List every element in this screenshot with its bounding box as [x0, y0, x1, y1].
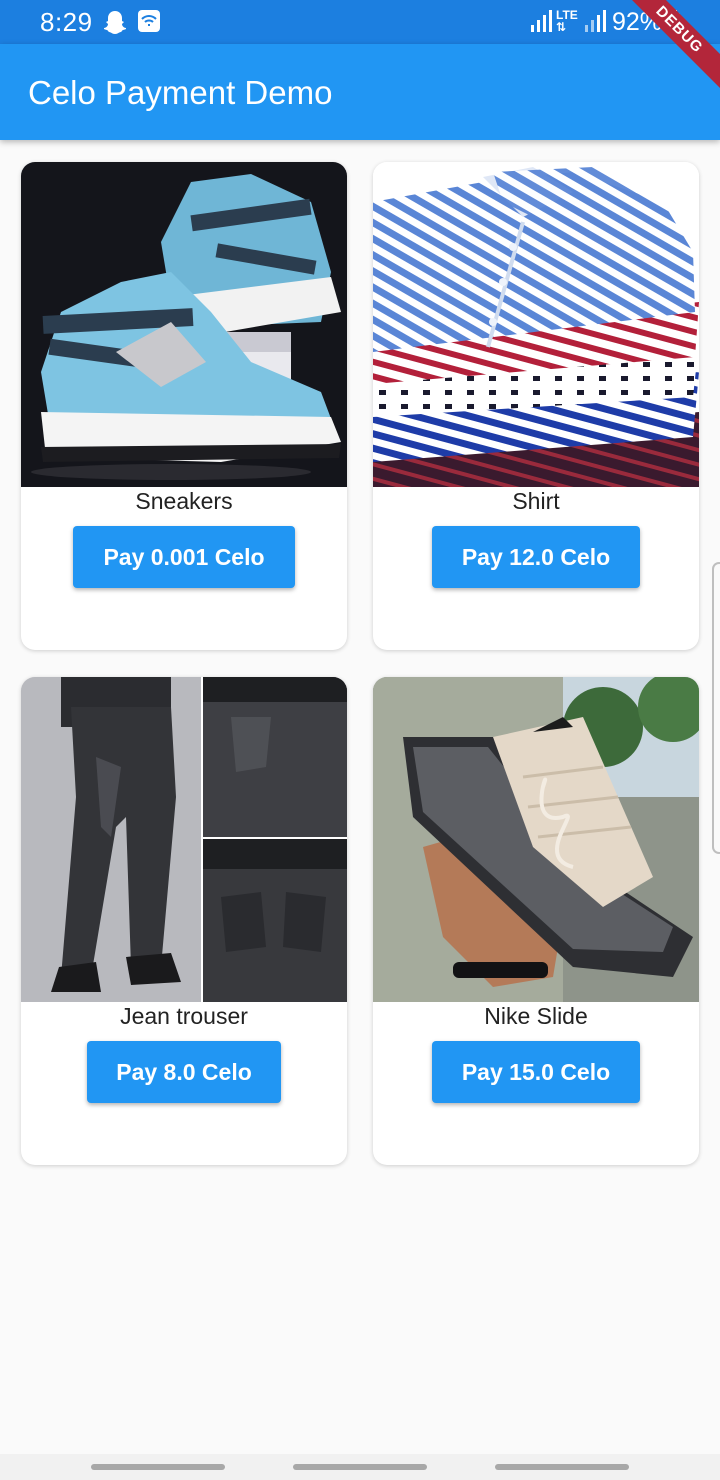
wifi-calling-icon [137, 9, 161, 38]
nav-home-handle[interactable] [293, 1464, 427, 1470]
product-card-shirt: Shirt Pay 12.0 Celo [373, 162, 699, 650]
product-name: Sneakers [135, 488, 233, 514]
product-name: Shirt [512, 488, 560, 514]
snapchat-icon [102, 9, 128, 40]
edge-panel-handle[interactable] [712, 562, 720, 854]
signal-icon [530, 9, 552, 38]
nav-back-handle[interactable] [91, 1464, 225, 1470]
product-card-nike-slide: Nike Slide Pay 15.0 Celo [373, 677, 699, 1165]
product-name: Jean trouser [120, 1003, 248, 1029]
pay-button-nike-slide[interactable]: Pay 15.0 Celo [432, 1041, 640, 1103]
system-nav-bar [0, 1454, 720, 1480]
sneakers-image [21, 162, 347, 487]
status-time: 8:29 [40, 7, 93, 37]
product-name: Nike Slide [484, 1003, 588, 1029]
shirt-image [373, 162, 699, 487]
product-card-sneakers: Sneakers Pay 0.001 Celo [21, 162, 347, 650]
app-title: Celo Payment Demo [28, 74, 333, 111]
lte-icon: LTE ⇅ [556, 8, 578, 34]
pay-button-sneakers[interactable]: Pay 0.001 Celo [73, 526, 295, 588]
signal-icon-2 [584, 9, 606, 38]
status-bar: 8:29 LTE ⇅ 92% [0, 0, 720, 44]
product-card-jean-trouser: Jean trouser Pay 8.0 Celo [21, 677, 347, 1165]
nav-recents-handle[interactable] [495, 1464, 629, 1470]
nike-slide-image [373, 677, 699, 1002]
jeans-image [21, 677, 347, 1002]
pay-button-jean-trouser[interactable]: Pay 8.0 Celo [87, 1041, 281, 1103]
pay-button-shirt[interactable]: Pay 12.0 Celo [432, 526, 640, 588]
app-bar: Celo Payment Demo [0, 44, 720, 140]
